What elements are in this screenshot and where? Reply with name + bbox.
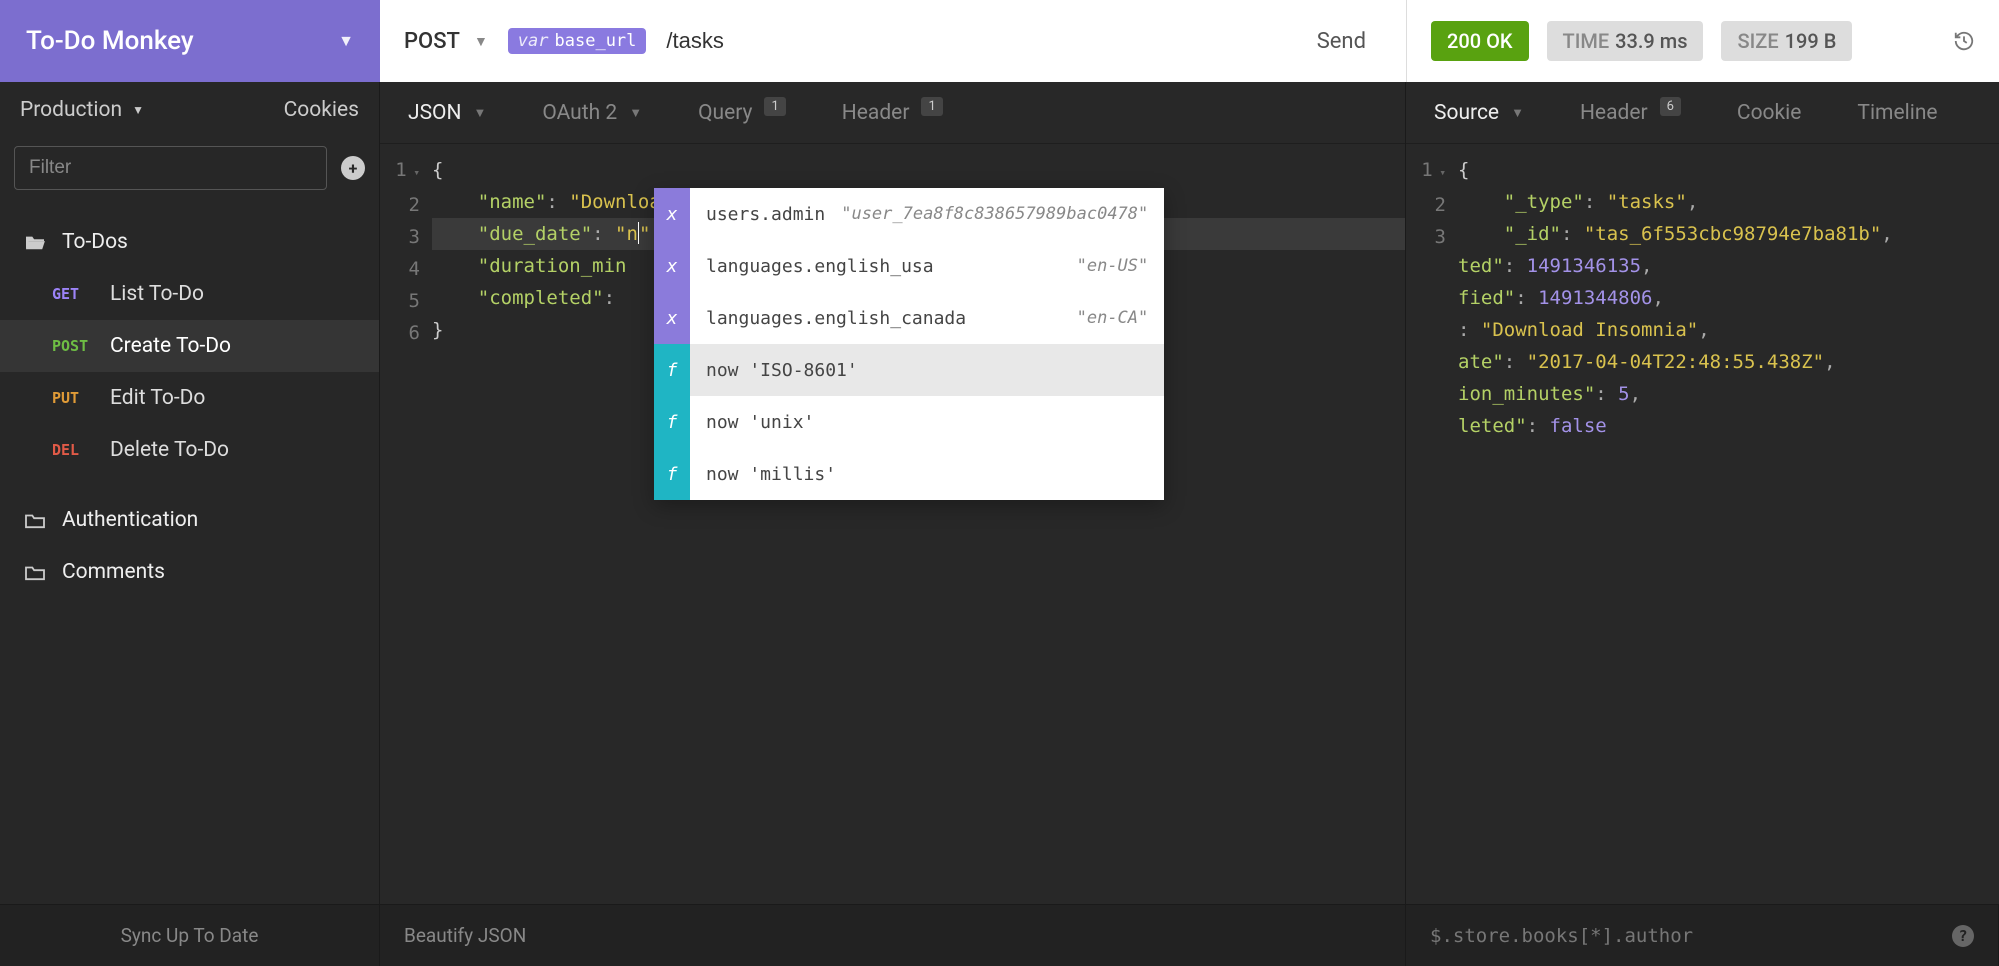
- request-item[interactable]: PUT Edit To-Do: [0, 372, 379, 424]
- workspace-name: To-Do Monkey: [26, 26, 194, 56]
- tab-body[interactable]: JSON ▼: [380, 82, 514, 143]
- autocomplete-item[interactable]: x languages.english_canada "en-CA": [654, 292, 1164, 344]
- request-pane: JSON ▼ OAuth 2 ▼ Query 1 Header 1: [380, 82, 1406, 904]
- line-gutter: 123: [1406, 154, 1458, 904]
- autocomplete-item[interactable]: x languages.english_usa "en-US": [654, 240, 1164, 292]
- autocomplete-type-icon: x: [654, 240, 690, 292]
- tab-source[interactable]: Source ▼: [1406, 82, 1552, 143]
- folder-icon: [24, 563, 46, 581]
- request-tree: To-Dos GET List To-Do POST Create To-Do …: [0, 198, 379, 598]
- caret-down-icon: ▼: [132, 103, 144, 117]
- url-variable-tag[interactable]: var base_url: [508, 28, 647, 54]
- cookies-button[interactable]: Cookies: [284, 98, 359, 122]
- sidebar: Production ▼ Cookies + To-Dos GET Li: [0, 82, 380, 904]
- caret-down-icon: ▼: [474, 33, 488, 50]
- request-item[interactable]: GET List To-Do: [0, 268, 379, 320]
- caret-down-icon: ▼: [629, 105, 642, 121]
- status-badge: 200 OK: [1431, 21, 1529, 61]
- add-request-button[interactable]: +: [341, 156, 365, 180]
- sidebar-filter-input[interactable]: [14, 146, 327, 190]
- tab-query[interactable]: Query 1: [670, 82, 814, 143]
- tab-header[interactable]: Header 1: [814, 82, 971, 143]
- method-dropdown[interactable]: POST ▼: [404, 29, 488, 54]
- url-bar: POST ▼ var base_url /tasks Send: [380, 0, 1406, 82]
- autocomplete-type-icon: f: [654, 396, 690, 448]
- size-badge: SIZE199 B: [1721, 21, 1852, 61]
- autocomplete-popup: x users.admin "user_7ea8f8c838657989bac0…: [654, 188, 1164, 500]
- send-button[interactable]: Send: [1301, 29, 1382, 54]
- tab-cookie[interactable]: Cookie: [1709, 82, 1830, 143]
- tab-timeline[interactable]: Timeline: [1829, 82, 1965, 143]
- autocomplete-type-icon: f: [654, 344, 690, 396]
- folder-todos[interactable]: To-Dos: [0, 216, 379, 268]
- request-tabs: JSON ▼ OAuth 2 ▼ Query 1 Header 1: [380, 82, 1405, 144]
- response-filter-input[interactable]: $.store.books[*].author: [1430, 925, 1693, 947]
- autocomplete-item[interactable]: x users.admin "user_7ea8f8c838657989bac0…: [654, 188, 1164, 240]
- caret-down-icon: ▼: [473, 105, 486, 121]
- autocomplete-type-icon: f: [654, 448, 690, 500]
- help-icon[interactable]: ?: [1952, 925, 1974, 947]
- url-path[interactable]: /tasks: [666, 28, 723, 54]
- request-item[interactable]: DEL Delete To-Do: [0, 424, 379, 476]
- beautify-button[interactable]: Beautify JSON: [380, 905, 1406, 966]
- workspace-dropdown[interactable]: To-Do Monkey ▼: [0, 0, 380, 82]
- method-label: POST: [404, 29, 460, 54]
- folder-authentication[interactable]: Authentication: [0, 494, 379, 546]
- line-gutter: 123456: [380, 154, 432, 904]
- time-badge: TIME33.9 ms: [1547, 21, 1704, 61]
- response-body-viewer[interactable]: 123 { "_type": "tasks", "_id": "tas_6f55…: [1406, 144, 1999, 904]
- folder-comments[interactable]: Comments: [0, 546, 379, 598]
- response-status-bar: 200 OK TIME33.9 ms SIZE199 B: [1406, 0, 1999, 82]
- autocomplete-item[interactable]: f now 'ISO-8601': [654, 344, 1164, 396]
- folder-open-icon: [24, 233, 46, 251]
- autocomplete-item[interactable]: f now 'millis': [654, 448, 1164, 500]
- tab-auth[interactable]: OAuth 2 ▼: [514, 82, 670, 143]
- autocomplete-type-icon: x: [654, 188, 690, 240]
- response-pane: Source ▼ Header 6 Cookie Timeline 123: [1406, 82, 1999, 904]
- response-tabs: Source ▼ Header 6 Cookie Timeline: [1406, 82, 1999, 144]
- folder-icon: [24, 511, 46, 529]
- autocomplete-item[interactable]: f now 'unix': [654, 396, 1164, 448]
- tab-resp-header[interactable]: Header 6: [1552, 82, 1709, 143]
- history-icon[interactable]: [1953, 30, 1975, 52]
- environment-dropdown[interactable]: Production ▼: [20, 98, 144, 122]
- sync-status[interactable]: Sync Up To Date: [0, 905, 380, 966]
- request-item[interactable]: POST Create To-Do: [0, 320, 379, 372]
- autocomplete-type-icon: x: [654, 292, 690, 344]
- caret-down-icon: ▼: [338, 31, 354, 51]
- caret-down-icon: ▼: [1511, 105, 1524, 121]
